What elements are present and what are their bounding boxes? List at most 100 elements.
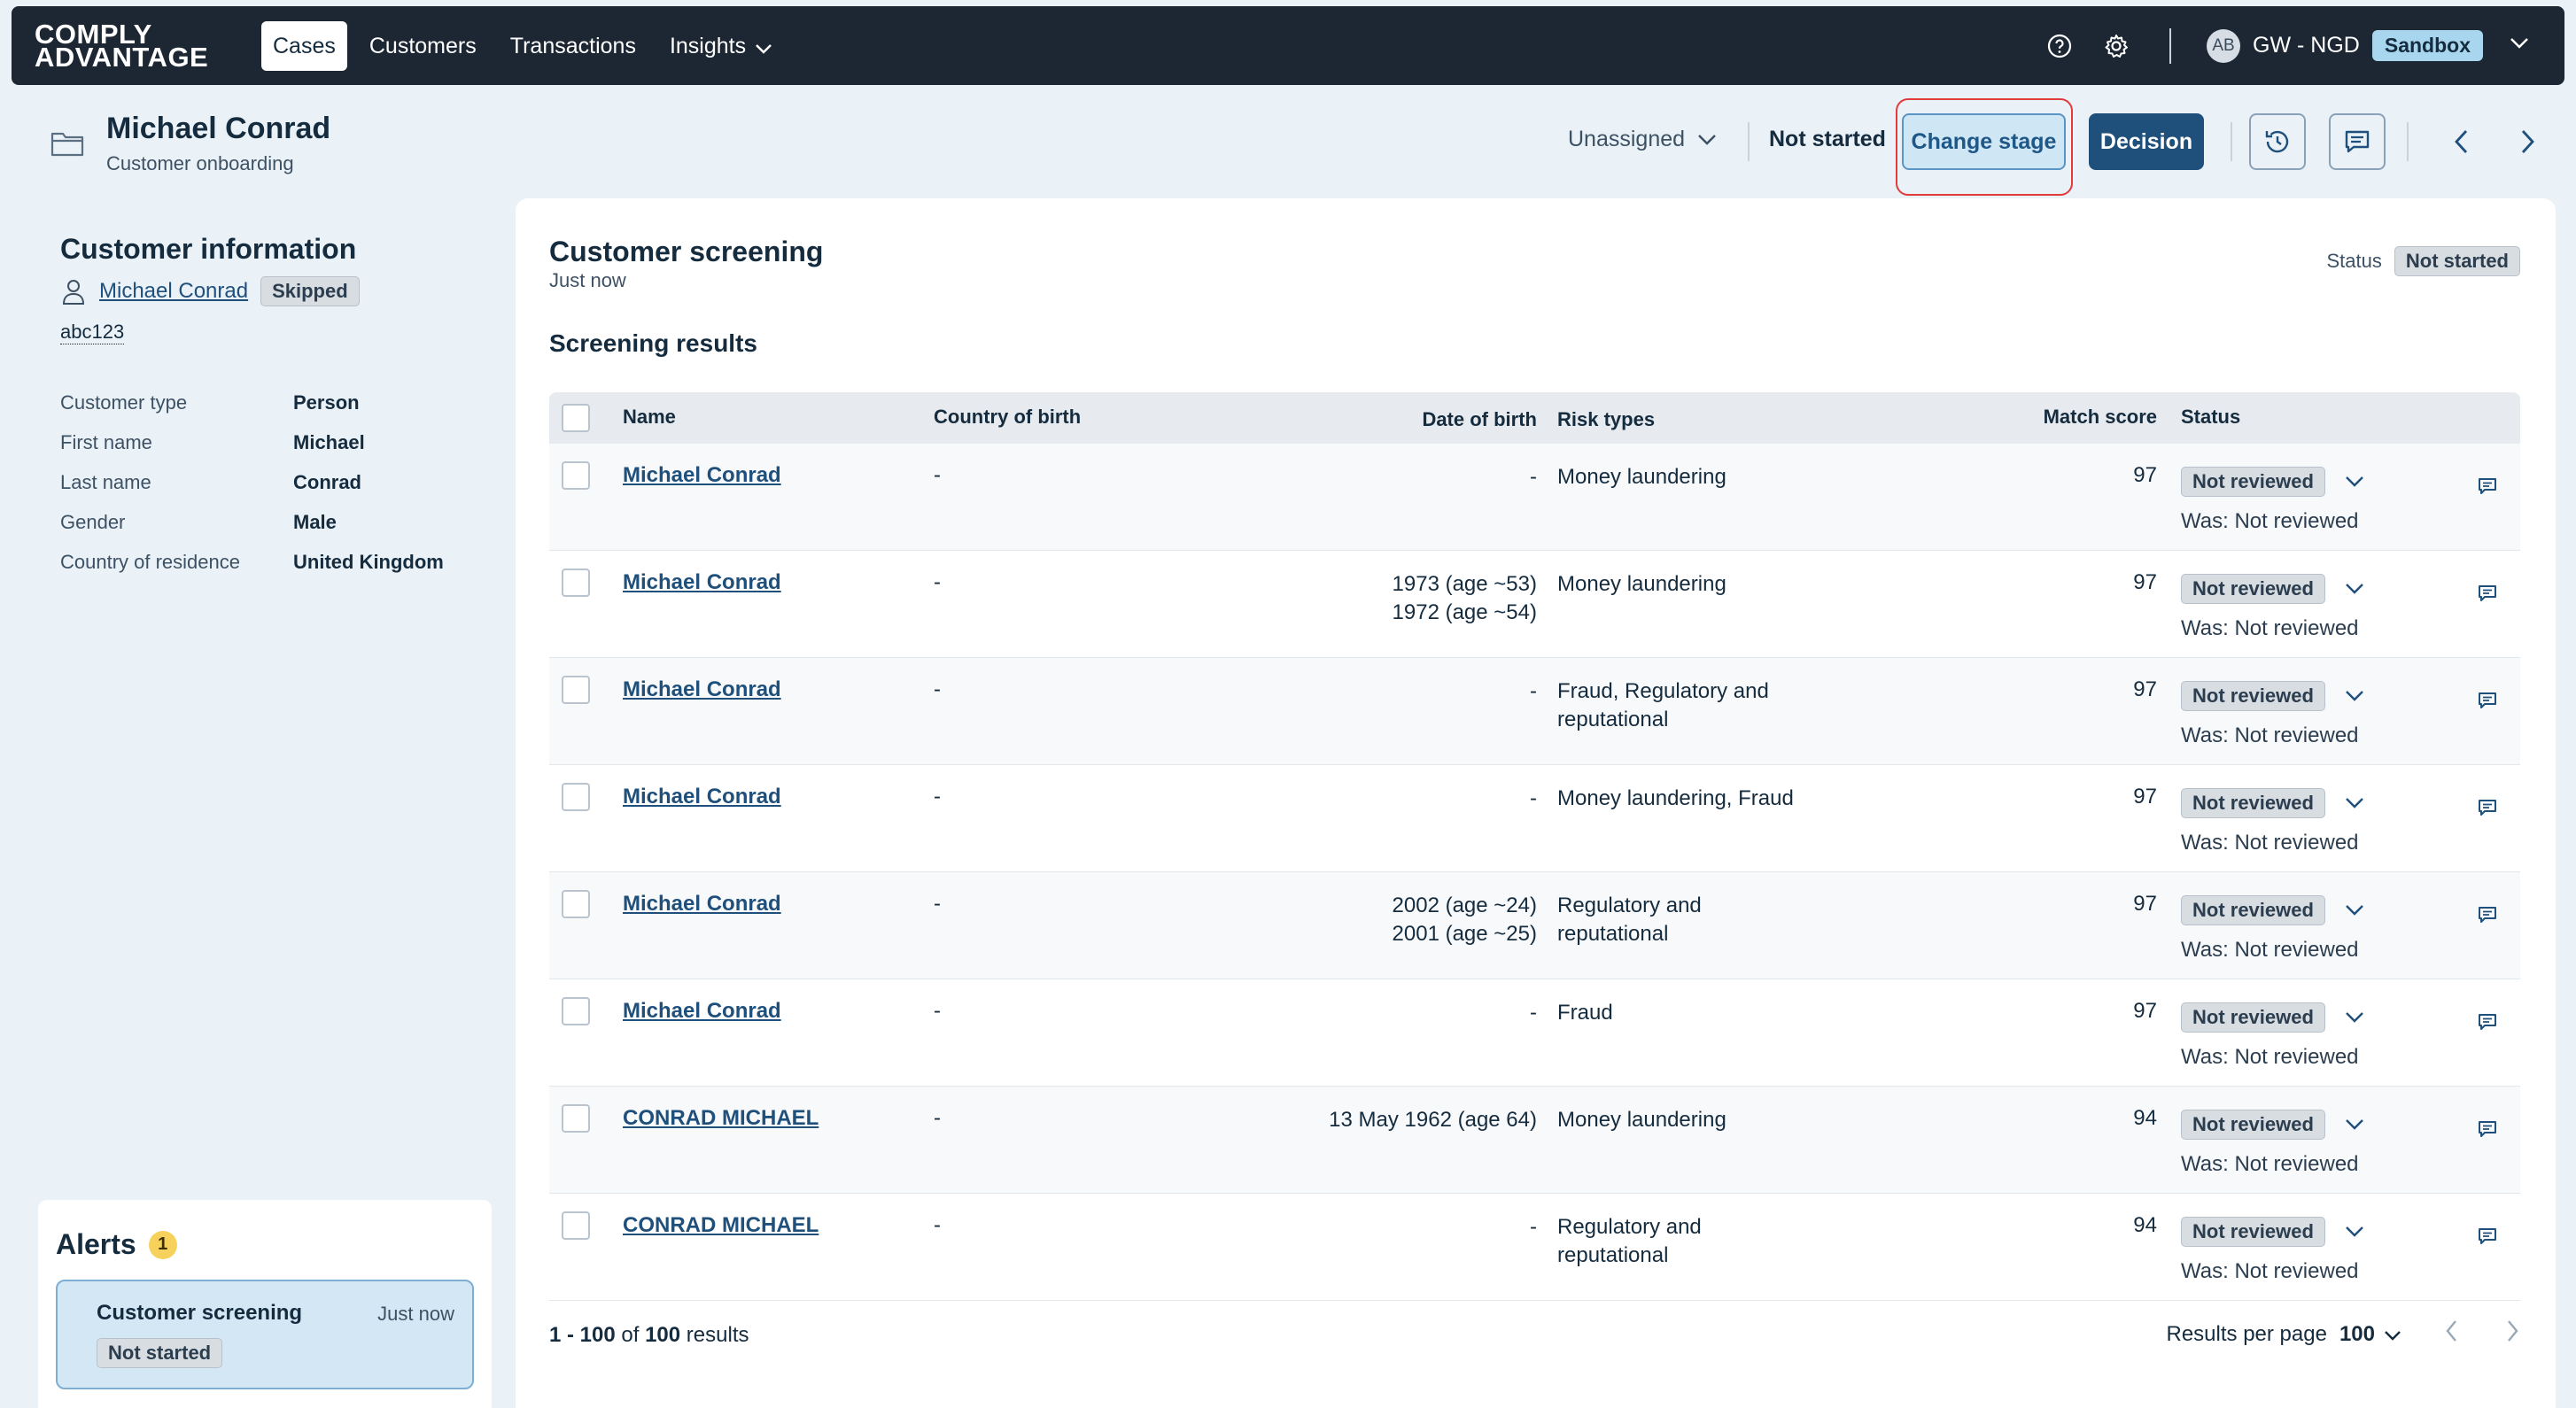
chevron-down-icon[interactable]	[2345, 690, 2364, 702]
help-icon[interactable]	[2042, 28, 2077, 64]
org-name[interactable]: GW - NGD	[2253, 33, 2360, 58]
previous-status: Was: Not reviewed	[2181, 723, 2359, 747]
change-stage-button[interactable]: Change stage	[1902, 113, 2066, 170]
chevron-down-icon[interactable]	[2345, 1118, 2364, 1131]
tab-customers[interactable]: Customers	[358, 21, 488, 71]
chevron-down-icon[interactable]	[2345, 797, 2364, 809]
alert-card[interactable]: Customer screening Just now Not started	[56, 1280, 474, 1389]
match-score: 97	[2133, 463, 2157, 487]
chevron-left-icon	[2455, 130, 2468, 153]
header-divider	[2231, 122, 2232, 161]
match-name-link[interactable]: Michael Conrad	[623, 463, 781, 487]
field-row: First name Michael	[60, 430, 365, 453]
comment-icon[interactable]	[2477, 476, 2498, 503]
match-name-link[interactable]: Michael Conrad	[623, 677, 781, 701]
next-page-button[interactable]	[2506, 1319, 2520, 1350]
table-row: Michael Conrad - - Money laundering 97 Not re…	[549, 444, 2520, 551]
review-status-badge[interactable]: Not reviewed	[2181, 1217, 2325, 1247]
row-checkbox[interactable]	[562, 997, 590, 1025]
tab-cases[interactable]: Cases	[261, 20, 347, 71]
alert-status-badge: Not started	[97, 1338, 223, 1368]
match-name-link[interactable]: Michael Conrad	[623, 785, 781, 808]
history-button[interactable]	[2249, 113, 2306, 170]
country-of-birth: -	[934, 785, 941, 808]
review-status-badge[interactable]: Not reviewed	[2181, 788, 2325, 818]
chevron-right-icon	[2508, 1320, 2518, 1342]
country-of-birth: -	[934, 1106, 941, 1130]
tab-transactions[interactable]: Transactions	[499, 21, 648, 71]
comment-icon[interactable]	[2477, 1011, 2498, 1039]
previous-page-button[interactable]	[2444, 1319, 2458, 1350]
country-of-birth: -	[934, 892, 941, 916]
chevron-down-icon[interactable]	[2345, 476, 2364, 488]
match-name-link[interactable]: Michael Conrad	[623, 892, 781, 916]
customer-id: abc123	[60, 321, 125, 344]
comment-icon[interactable]	[2477, 904, 2498, 932]
review-status-badge[interactable]: Not reviewed	[2181, 467, 2325, 497]
match-name-link[interactable]: CONRAD MICHAEL	[623, 1106, 819, 1130]
row-checkbox[interactable]	[562, 569, 590, 597]
chevron-down-icon[interactable]	[2510, 37, 2529, 54]
review-status-badge[interactable]: Not reviewed	[2181, 574, 2325, 604]
pagination-controls: Results per page 100	[2167, 1319, 2521, 1350]
next-case-button[interactable]	[2510, 124, 2546, 159]
review-status-badge[interactable]: Not reviewed	[2181, 1002, 2325, 1033]
history-icon	[2265, 130, 2289, 153]
date-of-birth: 2002 (age ~24) 2001 (age ~25)	[1392, 894, 1537, 946]
chevron-down-icon[interactable]	[2345, 1226, 2364, 1238]
customer-info-heading: Customer information	[60, 233, 357, 265]
review-status-badge[interactable]: Not reviewed	[2181, 895, 2325, 925]
header-divider	[1748, 122, 1750, 161]
table-body: Michael Conrad - - Money laundering 97 Not re…	[549, 444, 2520, 1301]
country-of-birth: -	[934, 999, 941, 1023]
comment-icon[interactable]	[2477, 1118, 2498, 1146]
risk-types: Money laundering, Fraud	[1557, 786, 1794, 810]
row-checkbox[interactable]	[562, 1211, 590, 1240]
customer-name-link[interactable]: Michael Conrad	[99, 279, 248, 304]
previous-status: Was: Not reviewed	[2181, 938, 2359, 962]
match-score: 94	[2133, 1213, 2157, 1237]
country-of-birth: -	[934, 463, 941, 487]
row-checkbox[interactable]	[562, 461, 590, 490]
avatar[interactable]: AB	[2207, 28, 2241, 63]
chevron-down-icon[interactable]	[2345, 583, 2364, 595]
chevron-down-icon[interactable]	[2384, 1322, 2401, 1347]
row-checkbox[interactable]	[562, 783, 590, 811]
match-name-link[interactable]: Michael Conrad	[623, 999, 781, 1023]
previous-status: Was: Not reviewed	[2181, 831, 2359, 855]
row-checkbox[interactable]	[562, 676, 590, 704]
stage-status: Not started	[1769, 127, 1886, 151]
table-row: Michael Conrad - 1973 (age ~53) 1972 (age ~…	[549, 551, 2520, 658]
match-name-link[interactable]: CONRAD MICHAEL	[623, 1213, 819, 1237]
review-status-badge[interactable]: Not reviewed	[2181, 681, 2325, 711]
row-checkbox[interactable]	[562, 890, 590, 918]
pagination-summary: 1 - 100 of 100 results	[549, 1323, 749, 1347]
nav-right: AB GW - NGD Sandbox	[2021, 27, 2529, 64]
comments-button[interactable]	[2329, 113, 2386, 170]
field-row: Country of residence United Kingdom	[60, 550, 444, 573]
nav-divider	[2169, 27, 2172, 64]
tab-insights[interactable]: Insights	[658, 21, 784, 71]
comment-icon	[2345, 130, 2370, 153]
previous-status: Was: Not reviewed	[2181, 1152, 2359, 1176]
select-all-checkbox[interactable]	[562, 404, 590, 432]
customer-fields: Customer type Person First name Michael La…	[60, 383, 444, 582]
comment-icon[interactable]	[2477, 1226, 2498, 1253]
decision-button[interactable]: Decision	[2089, 113, 2204, 170]
customer-name-row: Michael Conrad Skipped	[60, 276, 360, 306]
gear-icon[interactable]	[2099, 28, 2134, 64]
previous-case-button[interactable]	[2443, 124, 2479, 159]
table-row: CONRAD MICHAEL - - Regulatory and reputatio…	[549, 1194, 2520, 1301]
comment-icon[interactable]	[2477, 797, 2498, 824]
col-status: Status	[2181, 406, 2241, 428]
logo[interactable]: COMPLY ADVANTAGE	[35, 20, 240, 71]
chevron-down-icon[interactable]	[2345, 904, 2364, 917]
chevron-down-icon[interactable]	[2345, 1011, 2364, 1024]
assignee-dropdown[interactable]: Unassigned	[1568, 127, 1717, 152]
row-checkbox[interactable]	[562, 1104, 590, 1133]
match-name-link[interactable]: Michael Conrad	[623, 570, 781, 594]
comment-icon[interactable]	[2477, 583, 2498, 610]
comment-icon[interactable]	[2477, 690, 2498, 717]
results-per-page-select[interactable]: 100	[2339, 1322, 2375, 1347]
review-status-badge[interactable]: Not reviewed	[2181, 1110, 2325, 1140]
